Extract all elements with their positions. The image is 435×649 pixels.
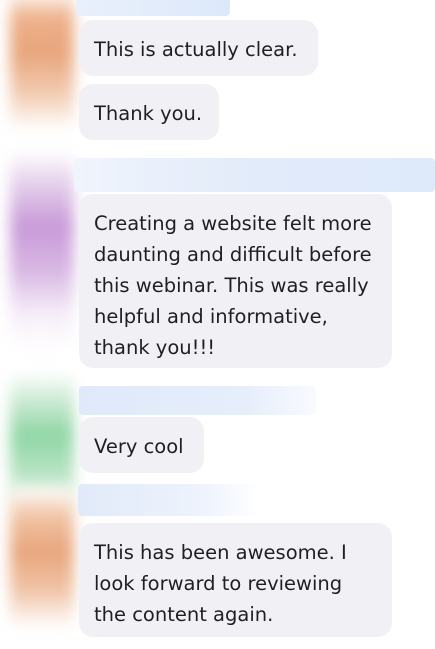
sender-name-blurred [79, 386, 316, 415]
message-bubble[interactable]: Creating a website felt more daunting an… [79, 194, 392, 368]
chat-message-list[interactable]: This is actually clear. Thank you. Creat… [0, 0, 435, 649]
message-text: This has been awesome. I look forward to… [94, 541, 347, 626]
message-text: Creating a website felt more daunting an… [94, 212, 372, 359]
sender-name-blurred [76, 0, 230, 16]
message-text: Very cool [94, 435, 184, 458]
avatar [10, 488, 74, 628]
avatar [10, 0, 74, 130]
message-bubble[interactable]: This has been awesome. I look forward to… [79, 523, 392, 637]
message-bubble[interactable]: Thank you. [79, 84, 219, 140]
message-bubble[interactable]: Very cool [79, 417, 204, 473]
message-text: This is actually clear. [94, 38, 298, 61]
sender-name-blurred [78, 484, 258, 516]
sender-name-blurred [74, 158, 435, 192]
message-bubble[interactable]: This is actually clear. [79, 20, 318, 76]
avatar [10, 150, 74, 350]
message-text: Thank you. [94, 102, 203, 125]
